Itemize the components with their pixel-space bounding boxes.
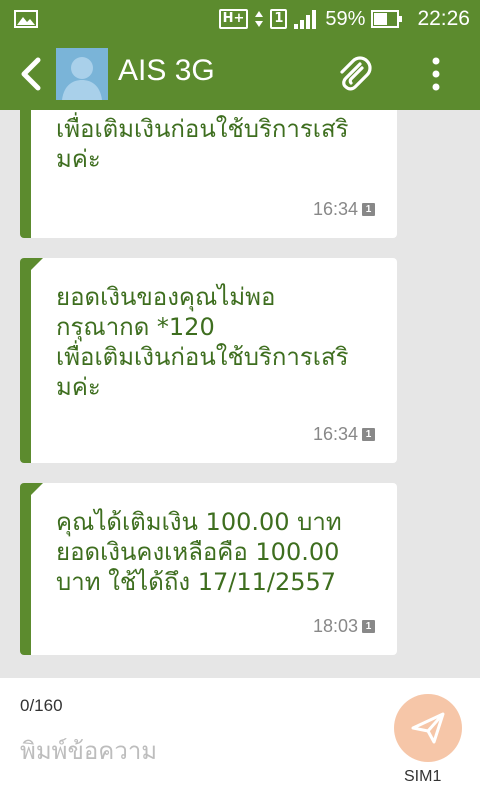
bubble-tail [31, 258, 43, 270]
compose-bar: 0/160 SIM1 [0, 678, 480, 800]
more-vert-icon [432, 57, 440, 91]
sim-icon: 1 [270, 9, 288, 29]
message-time: 16:34 [312, 199, 358, 219]
image-notification-icon [14, 9, 38, 33]
message-meta: 16:34 1 [313, 424, 375, 445]
message-text: เพื่อเติมเงินก่อนใช้บริการเสริ มค่ะ [56, 115, 349, 173]
contact-avatar[interactable] [56, 48, 108, 100]
message-bubble[interactable]: ยอดเงินของคุณไม่พอ กรุณากด *120 เพื่อเติ… [20, 258, 397, 463]
sim-label: SIM1 [404, 768, 442, 785]
message-time: 18:03 [312, 616, 358, 636]
app-bar: AIS 3G [0, 38, 480, 110]
sim-badge-icon: 1 [362, 620, 375, 633]
battery-percent: 59% [325, 7, 366, 30]
message-text: ยอดเงินของคุณไม่พอ กรุณากด *120 เพื่อเติ… [56, 283, 349, 401]
paperclip-icon [340, 56, 372, 91]
message-text: คุณได้เติมเงิน 100.00 บาท ยอดเงินคงเหลือ… [56, 508, 342, 596]
back-button[interactable] [14, 54, 50, 94]
clock: 22:26 [417, 7, 470, 30]
character-counter: 0/160 [20, 696, 63, 715]
attach-button[interactable] [334, 54, 374, 94]
back-arrow-icon [21, 57, 41, 91]
network-type-icon: H+ [218, 9, 249, 29]
message-input[interactable] [18, 728, 372, 774]
contact-avatar-icon [56, 48, 108, 100]
message-bubble[interactable]: เพื่อเติมเงินก่อนใช้บริการเสริ มค่ะ 16:3… [20, 110, 397, 238]
message-meta: 18:03 1 [313, 616, 375, 637]
more-options-button[interactable] [424, 54, 448, 94]
send-icon [411, 712, 445, 744]
send-button[interactable] [394, 694, 462, 762]
bubble-tail [31, 483, 43, 495]
status-bar: H+ 1 59% 22:26 [0, 0, 480, 38]
message-list[interactable]: เพื่อเติมเงินก่อนใช้บริการเสริ มค่ะ 16:3… [0, 110, 480, 678]
conversation-title: AIS 3G [118, 54, 215, 87]
battery-icon [371, 10, 403, 28]
signal-icon [294, 10, 317, 29]
message-bubble[interactable]: คุณได้เติมเงิน 100.00 บาท ยอดเงินคงเหลือ… [20, 483, 397, 655]
message-time: 16:34 [312, 424, 358, 444]
data-arrows-icon [255, 11, 264, 27]
sim-badge-icon: 1 [362, 203, 375, 216]
sim-badge-icon: 1 [362, 428, 375, 441]
message-meta: 16:34 1 [313, 199, 375, 220]
